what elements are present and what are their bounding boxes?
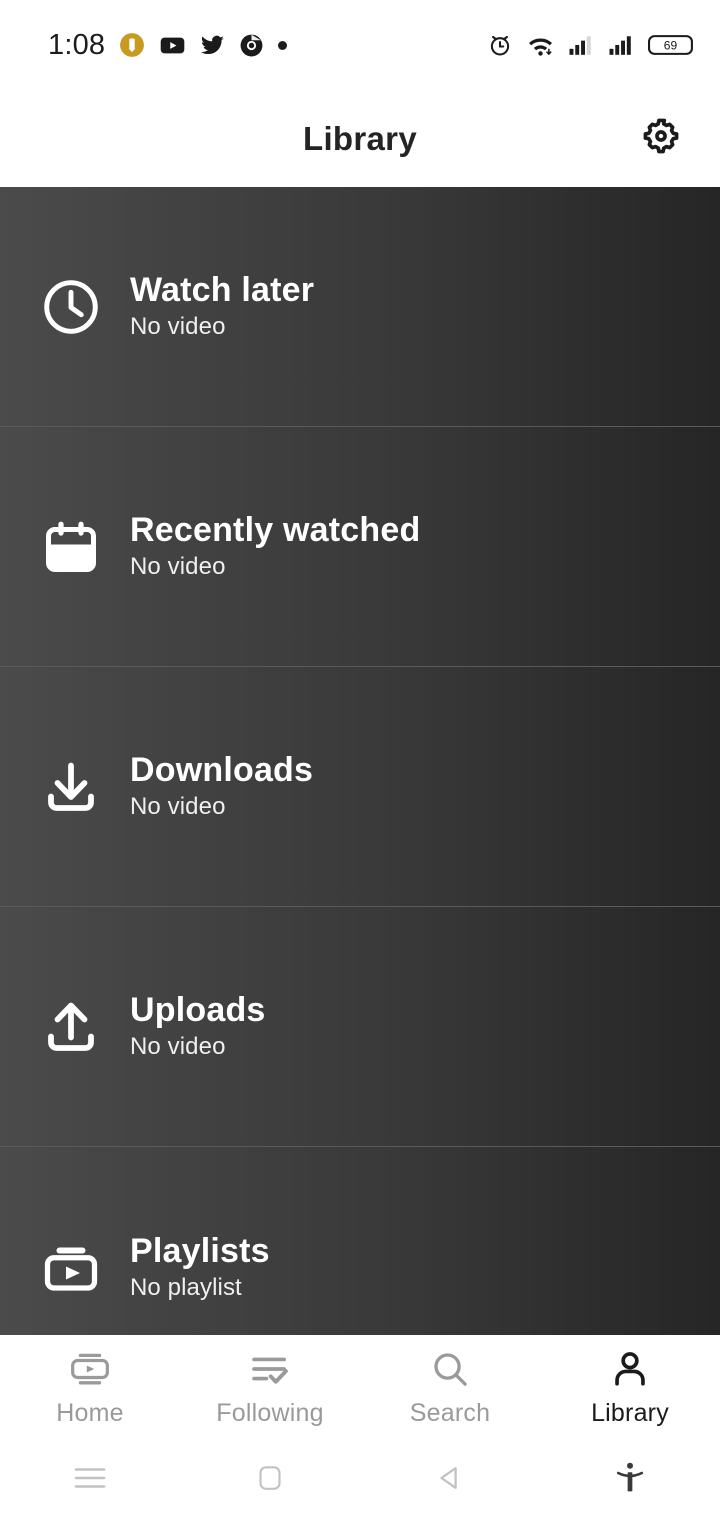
library-item-playlists[interactable]: Playlists No playlist (0, 1147, 720, 1335)
status-time: 1:08 (48, 28, 106, 61)
library-item-recently-watched[interactable]: Recently watched No video (0, 427, 720, 667)
signal-1-icon (568, 33, 595, 57)
list-check-icon (247, 1348, 293, 1390)
tab-following[interactable]: Following (180, 1335, 360, 1440)
person-icon (609, 1348, 651, 1390)
library-item-title: Uploads (130, 991, 266, 1030)
library-item-downloads[interactable]: Downloads No video (0, 667, 720, 907)
tab-home[interactable]: Home (0, 1335, 180, 1440)
tab-label: Search (409, 1398, 491, 1427)
tab-library[interactable]: Library (540, 1335, 720, 1440)
library-item-watch-later[interactable]: Watch later No video (0, 187, 720, 427)
video-home-icon (67, 1348, 113, 1390)
clock-icon (40, 276, 102, 338)
alarm-icon (487, 32, 513, 58)
library-item-text: Recently watched No video (130, 511, 420, 582)
playlist-icon (40, 1236, 102, 1298)
search-icon (429, 1348, 471, 1390)
library-item-uploads[interactable]: Uploads No video (0, 907, 720, 1147)
library-item-subtitle: No playlist (130, 1273, 242, 1301)
status-bar: 1:08 69 (0, 0, 720, 90)
wifi-icon (526, 32, 555, 58)
library-item-subtitle: No video (130, 313, 226, 341)
calendar-icon (40, 516, 102, 578)
library-item-text: Playlists No playlist (130, 1232, 270, 1303)
library-item-subtitle: No video (130, 553, 226, 581)
twitter-icon (200, 33, 225, 58)
recents-menu-button[interactable] (0, 1440, 180, 1520)
system-navigation-bar (0, 1440, 720, 1520)
tab-label: Library (591, 1398, 669, 1427)
tab-label: Following (216, 1398, 324, 1427)
more-dot-icon (278, 40, 288, 50)
youtube-icon (159, 32, 186, 59)
recents-menu-icon (73, 1465, 107, 1496)
library-item-subtitle: No video (130, 1033, 226, 1061)
library-item-title: Playlists (130, 1231, 270, 1270)
accessibility-icon (615, 1461, 645, 1500)
signal-2-icon (608, 33, 635, 57)
page-title: Library (303, 119, 417, 157)
accessibility-button[interactable] (540, 1440, 720, 1520)
upload-icon (40, 996, 102, 1058)
tab-search[interactable]: Search (360, 1335, 540, 1440)
library-item-title: Recently watched (130, 511, 421, 550)
library-item-text: Uploads No video (130, 991, 266, 1062)
tab-label: Home (56, 1398, 124, 1427)
gear-icon (640, 115, 682, 162)
library-item-title: Watch later (130, 271, 315, 310)
app-header: Library (0, 90, 720, 187)
library-item-text: Watch later No video (130, 271, 314, 342)
status-bar-left: 1:08 (48, 28, 288, 62)
chrome-icon (239, 33, 264, 58)
library-item-subtitle: No video (130, 793, 226, 821)
library-item-text: Downloads No video (130, 751, 313, 822)
settings-button[interactable] (634, 112, 688, 166)
library-item-title: Downloads (130, 751, 314, 790)
status-bar-right: 69 (487, 32, 694, 58)
back-triangle-icon (434, 1462, 466, 1499)
download-notification-icon (119, 32, 145, 58)
download-icon (40, 756, 102, 818)
home-square-icon (255, 1463, 285, 1498)
battery-icon: 69 (648, 32, 694, 58)
home-button[interactable] (180, 1440, 360, 1520)
bottom-tab-bar: Home Following Search Library (0, 1335, 720, 1440)
back-button[interactable] (360, 1440, 540, 1520)
battery-level-text: 69 (664, 39, 678, 53)
library-list: Watch later No video Recently watched No… (0, 187, 720, 1335)
